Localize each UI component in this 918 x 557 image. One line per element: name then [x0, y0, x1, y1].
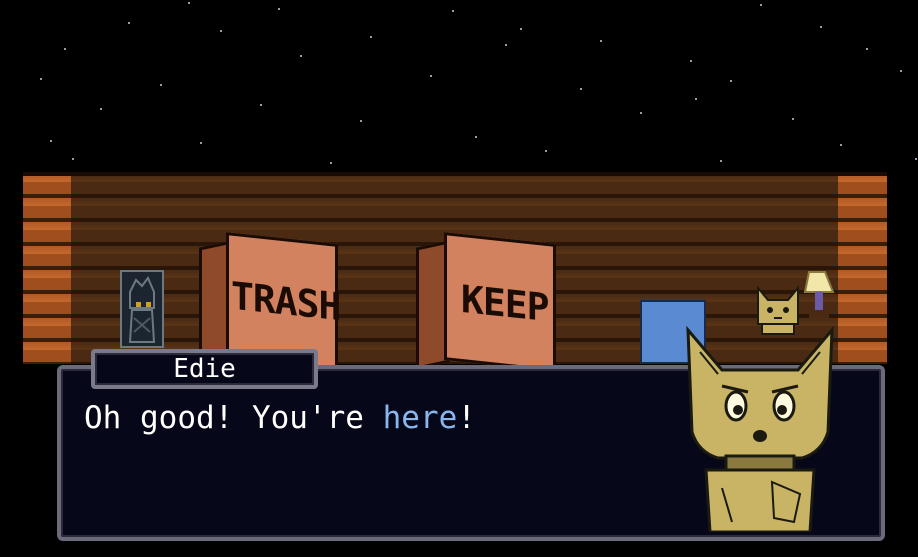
dialogue-text-highlight: here: [382, 400, 458, 436]
shadow-eye-icon: [136, 302, 141, 307]
lamp-icon: [803, 271, 835, 318]
shadow-character-sprite: [128, 276, 156, 343]
wall-top-trim: [23, 172, 887, 176]
game-scene: TRASH KEEP Edie Oh good! You're here!: [0, 0, 918, 557]
dialogue-text-before: Oh good! You're: [84, 400, 383, 436]
wall-right-edge: [838, 172, 887, 364]
speaker-name: Edie: [173, 354, 236, 384]
keep-box[interactable]: KEEP: [444, 232, 556, 372]
speaker-portrait: [686, 325, 834, 532]
shadow-eye-icon: [146, 302, 151, 307]
shadow-character[interactable]: [120, 270, 164, 348]
wall-left-edge: [23, 172, 71, 364]
keep-box-label: KEEP: [461, 276, 549, 331]
dialogue-text-after: !: [457, 400, 476, 436]
trash-box-label: TRASH: [231, 273, 341, 330]
dialogue-text: Oh good! You're here!: [84, 400, 476, 437]
speaker-nameplate: Edie: [91, 349, 318, 389]
